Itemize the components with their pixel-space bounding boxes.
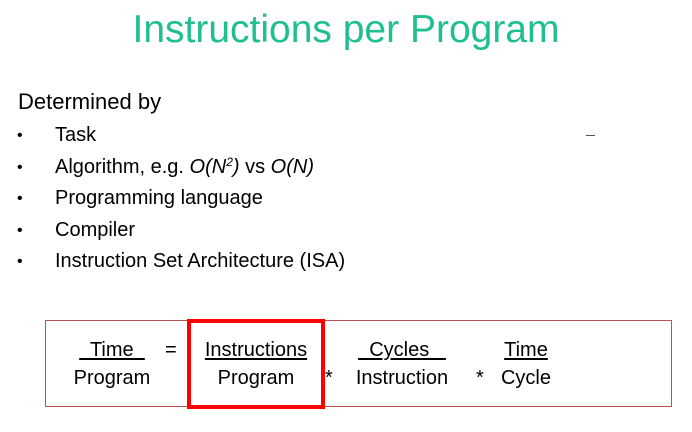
bullet-text: Instruction Set Architecture (ISA) bbox=[55, 250, 346, 272]
bullet-icon: • bbox=[17, 127, 23, 144]
superscript-two: 2 bbox=[226, 154, 233, 169]
bullet-icon: • bbox=[17, 253, 23, 270]
bullet-icon: • bbox=[17, 158, 23, 176]
fraction-denominator: Program bbox=[73, 367, 151, 389]
multiply-sign: * bbox=[325, 367, 333, 389]
fraction-numerator: Time bbox=[504, 339, 548, 361]
slide-subtitle: Determined by bbox=[18, 89, 162, 114]
stray-dash-mark bbox=[586, 135, 595, 136]
multiply-sign: * bbox=[476, 367, 484, 389]
big-o-n-squared: O(N2) bbox=[189, 154, 240, 178]
fraction-denominator: Program bbox=[217, 367, 295, 389]
fraction-numerator: Instructions bbox=[204, 339, 308, 361]
equals-sign: = bbox=[165, 339, 177, 361]
fraction-time-per-cycle: Time Cycle bbox=[496, 337, 556, 391]
vs-text: vs bbox=[239, 155, 271, 178]
slide: Instructions per Program Determined by •… bbox=[0, 0, 692, 432]
bullet-text: Compiler bbox=[55, 218, 136, 241]
fraction-denominator: Cycle bbox=[500, 367, 551, 389]
bullet-icon: • bbox=[17, 190, 23, 207]
bullet-text: Programming language bbox=[55, 187, 263, 209]
algorithm-prefix: Algorithm, e.g. bbox=[55, 155, 190, 178]
fraction-instructions-per-program: Instructions Program bbox=[192, 337, 320, 391]
bullet-text: Algorithm, e.g. O(N2) vs O(N) bbox=[55, 152, 314, 183]
bullet-text: Task bbox=[55, 124, 97, 146]
fraction-denominator: Instruction bbox=[355, 367, 449, 389]
fraction-cycles-per-instruction: Cycles Instruction bbox=[344, 337, 460, 391]
big-o-n: O(N) bbox=[270, 155, 314, 178]
bullet-icon: • bbox=[17, 221, 23, 239]
slide-title: Instructions per Program bbox=[132, 8, 560, 51]
fraction-time-per-program: Time Program bbox=[66, 337, 158, 391]
fraction-numerator: Cycles bbox=[358, 339, 446, 361]
fraction-numerator: Time bbox=[79, 339, 145, 361]
